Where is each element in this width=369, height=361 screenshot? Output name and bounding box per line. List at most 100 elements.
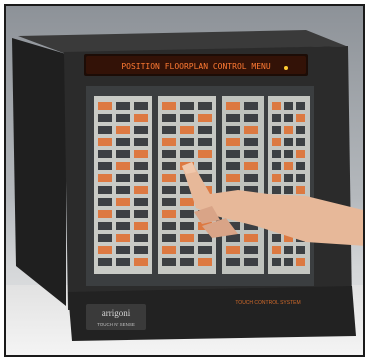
touch-key[interactable] bbox=[272, 102, 281, 110]
touch-key[interactable] bbox=[134, 246, 148, 254]
touch-key[interactable] bbox=[272, 150, 281, 158]
touch-key[interactable] bbox=[134, 210, 148, 218]
touch-key[interactable] bbox=[296, 102, 305, 110]
touch-key[interactable] bbox=[180, 234, 194, 242]
touch-key[interactable] bbox=[162, 258, 176, 266]
touch-key[interactable] bbox=[272, 234, 281, 242]
touch-key[interactable] bbox=[296, 114, 305, 122]
touch-key[interactable] bbox=[244, 246, 258, 254]
touch-key[interactable] bbox=[226, 162, 240, 170]
touch-key[interactable] bbox=[226, 174, 240, 182]
touch-key[interactable] bbox=[272, 246, 281, 254]
touch-key[interactable] bbox=[180, 138, 194, 146]
touch-key[interactable] bbox=[98, 234, 112, 242]
touch-key[interactable] bbox=[116, 150, 130, 158]
touch-key[interactable] bbox=[244, 138, 258, 146]
touch-key[interactable] bbox=[226, 138, 240, 146]
touch-key[interactable] bbox=[116, 102, 130, 110]
touch-key[interactable] bbox=[98, 138, 112, 146]
touch-key[interactable] bbox=[98, 114, 112, 122]
touch-key[interactable] bbox=[134, 234, 148, 242]
touch-key[interactable] bbox=[296, 126, 305, 134]
touch-key[interactable] bbox=[162, 246, 176, 254]
touch-key[interactable] bbox=[180, 258, 194, 266]
touch-key[interactable] bbox=[296, 246, 305, 254]
touch-key[interactable] bbox=[198, 150, 212, 158]
touch-key[interactable] bbox=[226, 246, 240, 254]
touch-key[interactable] bbox=[134, 114, 148, 122]
touch-key[interactable] bbox=[198, 162, 212, 170]
touch-key[interactable] bbox=[284, 126, 293, 134]
touch-key[interactable] bbox=[162, 186, 176, 194]
touch-key[interactable] bbox=[134, 174, 148, 182]
touch-key[interactable] bbox=[134, 258, 148, 266]
touch-key[interactable] bbox=[296, 138, 305, 146]
touch-key[interactable] bbox=[284, 258, 293, 266]
touch-key[interactable] bbox=[244, 150, 258, 158]
touch-key[interactable] bbox=[98, 222, 112, 230]
touch-key[interactable] bbox=[284, 246, 293, 254]
touch-key[interactable] bbox=[284, 138, 293, 146]
touch-key[interactable] bbox=[180, 150, 194, 158]
touch-key[interactable] bbox=[198, 102, 212, 110]
touch-key[interactable] bbox=[284, 102, 293, 110]
touch-key[interactable] bbox=[162, 162, 176, 170]
touch-key[interactable] bbox=[296, 186, 305, 194]
touch-key[interactable] bbox=[162, 234, 176, 242]
touch-key[interactable] bbox=[162, 222, 176, 230]
touch-key[interactable] bbox=[116, 246, 130, 254]
touch-key[interactable] bbox=[162, 198, 176, 206]
touch-key[interactable] bbox=[116, 174, 130, 182]
touch-key[interactable] bbox=[116, 126, 130, 134]
touch-key[interactable] bbox=[226, 102, 240, 110]
touch-key[interactable] bbox=[284, 186, 293, 194]
touch-key[interactable] bbox=[180, 126, 194, 134]
touch-key[interactable] bbox=[98, 210, 112, 218]
touch-key[interactable] bbox=[226, 126, 240, 134]
touch-key[interactable] bbox=[180, 246, 194, 254]
touch-key[interactable] bbox=[244, 126, 258, 134]
touch-key[interactable] bbox=[162, 210, 176, 218]
touch-key[interactable] bbox=[226, 114, 240, 122]
touch-key[interactable] bbox=[296, 258, 305, 266]
touch-key[interactable] bbox=[98, 126, 112, 134]
touch-key[interactable] bbox=[272, 174, 281, 182]
touch-key[interactable] bbox=[198, 258, 212, 266]
touch-key[interactable] bbox=[134, 126, 148, 134]
touch-key[interactable] bbox=[180, 198, 194, 206]
touch-key[interactable] bbox=[272, 258, 281, 266]
touch-key[interactable] bbox=[134, 138, 148, 146]
touch-key[interactable] bbox=[272, 114, 281, 122]
touch-key[interactable] bbox=[244, 234, 258, 242]
touch-key[interactable] bbox=[180, 222, 194, 230]
touch-key[interactable] bbox=[98, 102, 112, 110]
touch-key[interactable] bbox=[98, 198, 112, 206]
touch-key[interactable] bbox=[162, 150, 176, 158]
touch-key[interactable] bbox=[284, 162, 293, 170]
touch-key[interactable] bbox=[198, 246, 212, 254]
touch-key[interactable] bbox=[162, 114, 176, 122]
touch-key[interactable] bbox=[116, 186, 130, 194]
touch-key[interactable] bbox=[244, 174, 258, 182]
touch-key[interactable] bbox=[296, 162, 305, 170]
touch-key[interactable] bbox=[180, 210, 194, 218]
touch-key[interactable] bbox=[244, 162, 258, 170]
touch-key[interactable] bbox=[198, 138, 212, 146]
touch-key[interactable] bbox=[98, 186, 112, 194]
touch-key[interactable] bbox=[296, 174, 305, 182]
touch-key[interactable] bbox=[116, 162, 130, 170]
touch-key[interactable] bbox=[134, 102, 148, 110]
touch-key[interactable] bbox=[226, 258, 240, 266]
touch-key[interactable] bbox=[134, 222, 148, 230]
touch-key[interactable] bbox=[134, 162, 148, 170]
touch-key[interactable] bbox=[226, 150, 240, 158]
touch-key[interactable] bbox=[98, 150, 112, 158]
touch-key[interactable] bbox=[116, 234, 130, 242]
touch-key[interactable] bbox=[134, 198, 148, 206]
touch-key[interactable] bbox=[198, 126, 212, 134]
touch-key[interactable] bbox=[180, 102, 194, 110]
touch-key[interactable] bbox=[198, 114, 212, 122]
touch-key[interactable] bbox=[244, 102, 258, 110]
touch-key[interactable] bbox=[116, 258, 130, 266]
touch-key[interactable] bbox=[180, 114, 194, 122]
